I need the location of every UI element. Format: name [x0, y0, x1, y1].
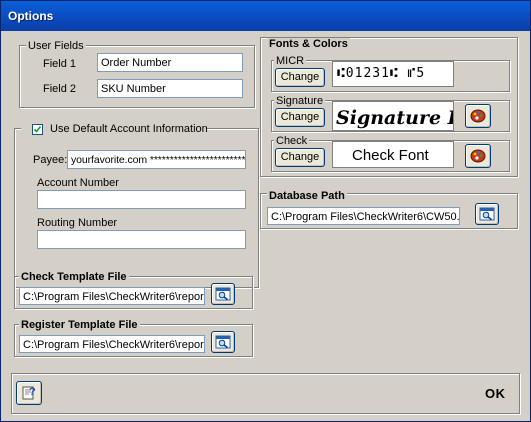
- title-bar[interactable]: Options: [1, 1, 530, 31]
- micr-sample: ⑆01231⑆ ⑈5: [337, 66, 426, 81]
- ok-button[interactable]: OK: [479, 378, 515, 408]
- folder-search-icon: [215, 287, 231, 301]
- fonts-colors-legend: Fonts & Colors: [267, 38, 350, 50]
- check-label: Check: [274, 135, 310, 147]
- check-template-legend: Check Template File: [19, 271, 129, 283]
- database-path-legend: Database Path: [267, 190, 347, 202]
- micr-preview: ⑆01231⑆ ⑈5: [332, 61, 454, 87]
- user-fields-legend: User Fields: [26, 40, 86, 52]
- options-window: Options User Fields Field 1 Order Number…: [0, 0, 531, 422]
- micr-change-button[interactable]: Change: [275, 68, 325, 87]
- color-palette-icon: [470, 109, 486, 123]
- account-legend: Use Default Account Information: [21, 122, 208, 136]
- field2-label: Field 2: [43, 83, 77, 95]
- signature-change-button[interactable]: Change: [275, 108, 325, 127]
- register-template-legend: Register Template File: [19, 319, 140, 331]
- check-sample: Check Font: [352, 147, 429, 164]
- routing-number-input[interactable]: [37, 230, 246, 249]
- check-template-browse-button[interactable]: [211, 283, 235, 305]
- checkmark-icon: [33, 126, 42, 133]
- ok-button-label: OK: [485, 386, 506, 401]
- svg-text:?: ?: [29, 386, 36, 398]
- use-default-account-checkbox[interactable]: [32, 124, 43, 135]
- field2-input[interactable]: SKU Number: [97, 79, 243, 98]
- register-template-path[interactable]: C:\Program Files\CheckWriter6\repor: [19, 335, 205, 353]
- help-button[interactable]: ?: [16, 381, 42, 405]
- window-title: Options: [8, 9, 54, 23]
- check-change-button[interactable]: Change: [275, 148, 325, 167]
- use-default-account-label[interactable]: Use Default Account Information: [50, 123, 208, 136]
- payee-input[interactable]: yourfavorite.com ***********************…: [67, 150, 246, 169]
- dialog-body: User Fields Field 1 Order Number Field 2…: [4, 31, 527, 419]
- signature-sample: Signature F: [336, 107, 454, 129]
- database-path-input[interactable]: C:\Program Files\CheckWriter6\CW50.: [267, 207, 460, 225]
- field1-label: Field 1: [43, 58, 77, 70]
- account-number-input[interactable]: [37, 190, 246, 209]
- field1-input[interactable]: Order Number: [97, 53, 243, 72]
- check-preview: Check Font: [332, 141, 454, 168]
- routing-number-label: Routing Number: [37, 217, 118, 229]
- account-number-label: Account Number: [37, 177, 119, 189]
- signature-color-button[interactable]: [465, 104, 491, 128]
- payee-label: Payee:: [33, 154, 68, 166]
- register-template-browse-button[interactable]: [211, 331, 235, 353]
- signature-label: Signature: [274, 95, 326, 107]
- folder-search-icon: [479, 207, 495, 221]
- footer-bar: [11, 373, 520, 414]
- help-icon: ?: [22, 386, 36, 400]
- color-palette-icon: [470, 149, 486, 163]
- check-color-button[interactable]: [465, 144, 491, 168]
- database-path-browse-button[interactable]: [475, 203, 499, 225]
- micr-label: MICR: [274, 55, 307, 67]
- folder-search-icon: [215, 335, 231, 349]
- signature-preview: Signature F: [332, 101, 454, 131]
- check-template-path[interactable]: C:\Program Files\CheckWriter6\repor: [19, 287, 205, 305]
